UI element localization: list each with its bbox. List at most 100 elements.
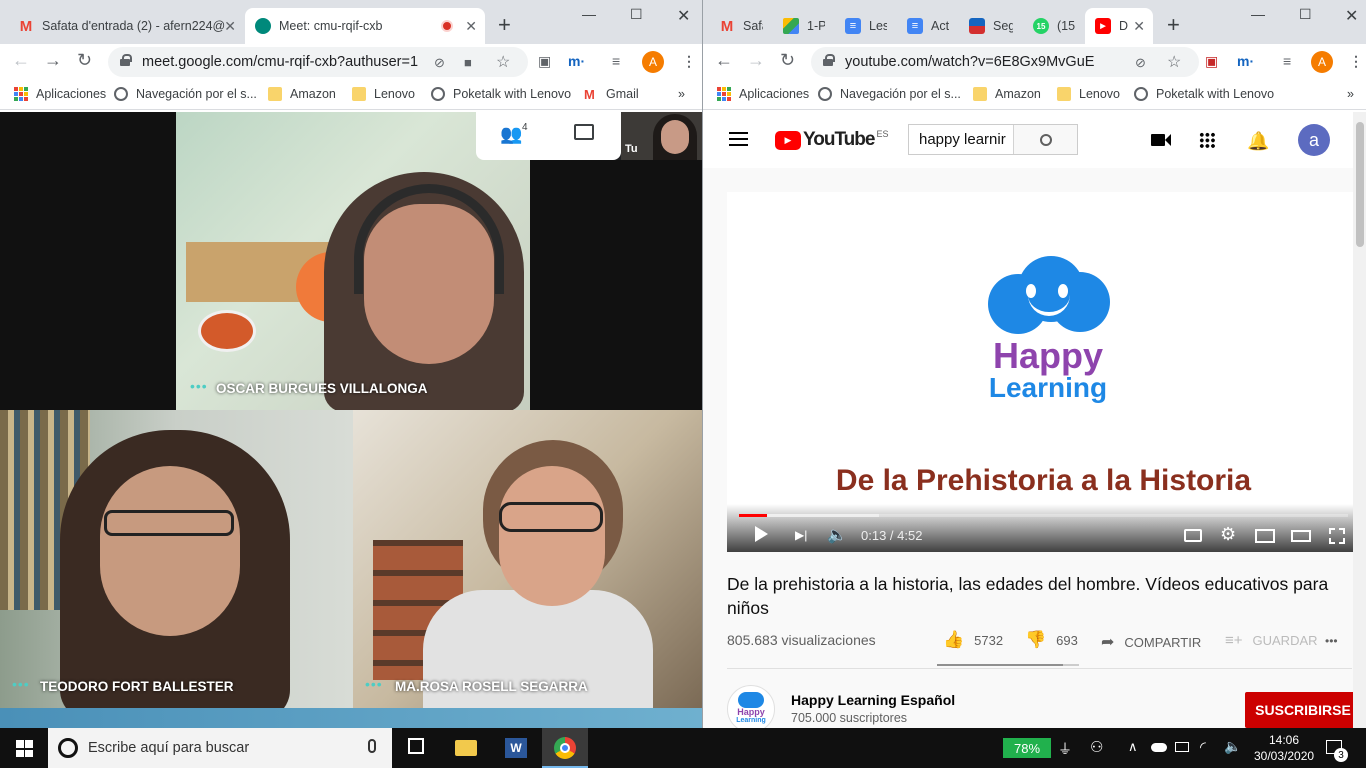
- miniplayer-icon[interactable]: [1255, 529, 1275, 543]
- battery-indicator[interactable]: 78%: [1003, 738, 1051, 758]
- chrome-taskbar-item[interactable]: [542, 728, 588, 768]
- bookmark-amazon[interactable]: Amazon: [268, 87, 336, 101]
- tab-meet[interactable]: Meet: cmu-rqif-cxb ✕: [245, 8, 485, 44]
- bookmark-apps[interactable]: Aplicaciones: [14, 87, 106, 101]
- tab-seguridad[interactable]: Segu: [959, 8, 1023, 44]
- subtitles-icon[interactable]: [1184, 529, 1202, 542]
- onedrive-icon[interactable]: [1151, 743, 1167, 752]
- maximize-icon[interactable]: ☐: [1299, 6, 1312, 23]
- like-button[interactable]: 👍 5732: [943, 630, 1003, 650]
- channel-avatar[interactable]: Happy Learning: [727, 685, 775, 728]
- reload-icon[interactable]: ↻: [77, 50, 92, 71]
- forward-icon[interactable]: →: [44, 50, 62, 71]
- close-icon[interactable]: ✕: [465, 18, 477, 35]
- bookmark-lenovo[interactable]: Lenovo: [1057, 87, 1120, 101]
- battery-icon[interactable]: [1175, 742, 1189, 752]
- taskbar-search[interactable]: Escribe aquí para buscar: [48, 728, 392, 768]
- menu-icon[interactable]: ⋮: [682, 53, 696, 70]
- dislike-button[interactable]: 👎 693: [1025, 630, 1078, 650]
- subscribe-button[interactable]: SUSCRIBIRSE: [1245, 692, 1361, 728]
- channel-name[interactable]: Happy Learning Español: [791, 692, 955, 708]
- page-scrollbar[interactable]: [1353, 112, 1366, 728]
- participant-tile[interactable]: ••• MA.ROSA ROSELL SEGARRA: [353, 410, 702, 708]
- show-hidden-icons-icon[interactable]: ∧: [1128, 739, 1138, 755]
- wifi-icon[interactable]: ◜: [1200, 738, 1206, 756]
- bookmark-gmail[interactable]: M Gmail: [584, 87, 639, 102]
- chat-icon[interactable]: [574, 124, 594, 140]
- address-bar[interactable]: meet.google.com/cmu-rqif-cxb?authuser=1 …: [108, 47, 528, 77]
- bookmarks-overflow[interactable]: »: [1347, 87, 1354, 101]
- bookmark-amazon[interactable]: Amazon: [973, 87, 1041, 101]
- movistar-icon[interactable]: m·: [568, 53, 585, 69]
- volume-icon[interactable]: 🔈: [827, 525, 847, 545]
- cookie-blocked-icon[interactable]: ⊘: [434, 55, 445, 71]
- back-icon[interactable]: ←: [715, 50, 733, 71]
- tab-gmail[interactable]: M Safa: [709, 8, 773, 44]
- apps-icon[interactable]: [1199, 132, 1215, 148]
- create-video-icon[interactable]: [1151, 134, 1165, 146]
- profile-avatar[interactable]: A: [642, 51, 664, 73]
- more-actions-button[interactable]: •••: [1325, 634, 1338, 648]
- save-button[interactable]: ≡+ GUARDAR: [1225, 632, 1318, 649]
- tab-docs-2[interactable]: ≡ Activ: [897, 8, 959, 44]
- bookmark-poketalk[interactable]: Poketalk with Lenovo: [1134, 87, 1274, 101]
- extension-icon[interactable]: ▣: [538, 53, 551, 70]
- bookmarks-overflow[interactable]: »: [678, 87, 685, 101]
- media-control-icon[interactable]: ≡: [1283, 53, 1291, 69]
- minimize-icon[interactable]: —: [582, 6, 596, 22]
- settings-gear-icon[interactable]: ⚙: [1220, 524, 1236, 545]
- play-icon[interactable]: [755, 526, 768, 542]
- new-tab-button[interactable]: +: [1167, 12, 1180, 38]
- back-icon[interactable]: ←: [12, 50, 30, 71]
- close-icon[interactable]: ✕: [1133, 18, 1145, 35]
- progress-track[interactable]: [739, 514, 1348, 517]
- cookie-blocked-icon[interactable]: ⊘: [1135, 55, 1146, 71]
- search-input[interactable]: [909, 125, 1013, 154]
- search-button[interactable]: [1013, 125, 1077, 154]
- window-close-icon[interactable]: ✕: [677, 6, 690, 26]
- bookmark-navegacion[interactable]: Navegación por el s...: [114, 87, 257, 101]
- self-view[interactable]: Tu: [621, 112, 702, 160]
- profile-avatar[interactable]: A: [1311, 51, 1333, 73]
- share-button[interactable]: ➦ COMPARTIR: [1101, 632, 1201, 652]
- extension-icon[interactable]: ▣: [1205, 53, 1218, 70]
- menu-icon[interactable]: ⋮: [1349, 53, 1363, 70]
- participant-tile[interactable]: ••• TEODORO FORT BALLESTER: [0, 410, 353, 708]
- star-icon[interactable]: ☆: [1167, 52, 1181, 72]
- star-icon[interactable]: ☆: [496, 52, 510, 72]
- bookmark-lenovo[interactable]: Lenovo: [352, 87, 415, 101]
- clock[interactable]: 14:06 30/03/2020: [1254, 732, 1314, 764]
- movistar-icon[interactable]: m·: [1237, 53, 1254, 69]
- fullscreen-icon[interactable]: [1329, 528, 1345, 544]
- minimize-icon[interactable]: —: [1251, 6, 1265, 22]
- address-bar[interactable]: youtube.com/watch?v=6E8Gx9MvGuE ⊘ ☆: [811, 47, 1199, 77]
- notifications-icon[interactable]: 🔔: [1247, 131, 1269, 152]
- forward-icon[interactable]: →: [747, 50, 765, 71]
- volume-icon[interactable]: 🔈: [1224, 738, 1241, 755]
- close-icon[interactable]: ✕: [224, 18, 236, 35]
- reload-icon[interactable]: ↻: [780, 50, 795, 71]
- windows-start-icon[interactable]: [16, 740, 33, 757]
- tab-drive[interactable]: 1-Pr: [773, 8, 835, 44]
- task-view-icon[interactable]: [408, 738, 424, 754]
- microphone-icon[interactable]: [368, 739, 376, 753]
- tab-youtube[interactable]: ▶ D ✕: [1085, 8, 1153, 44]
- bookmark-poketalk[interactable]: Poketalk with Lenovo: [431, 87, 571, 101]
- media-control-icon[interactable]: ≡: [612, 53, 620, 69]
- tab-gmail[interactable]: M Safata d'entrada (2) - afern224@ ✕: [8, 8, 244, 44]
- word-icon[interactable]: W: [505, 738, 527, 758]
- video-player[interactable]: Happy Learning De la Prehistoria a la Hi…: [727, 192, 1360, 552]
- theater-mode-icon[interactable]: [1291, 530, 1311, 542]
- new-tab-button[interactable]: +: [498, 12, 511, 38]
- bookmark-navegacion[interactable]: Navegación por el s...: [818, 87, 961, 101]
- tab-whatsapp[interactable]: 15 (15): [1023, 8, 1085, 44]
- search-box[interactable]: [908, 124, 1078, 155]
- file-explorer-icon[interactable]: [455, 740, 477, 756]
- window-close-icon[interactable]: ✕: [1345, 6, 1358, 26]
- hamburger-menu-icon[interactable]: [729, 132, 748, 146]
- account-avatar[interactable]: a: [1298, 124, 1330, 156]
- scrollbar-thumb[interactable]: [1356, 122, 1364, 247]
- maximize-icon[interactable]: ☐: [630, 6, 643, 23]
- tab-docs-1[interactable]: ≡ Les c: [835, 8, 897, 44]
- people-icon[interactable]: ⚇: [1090, 738, 1103, 756]
